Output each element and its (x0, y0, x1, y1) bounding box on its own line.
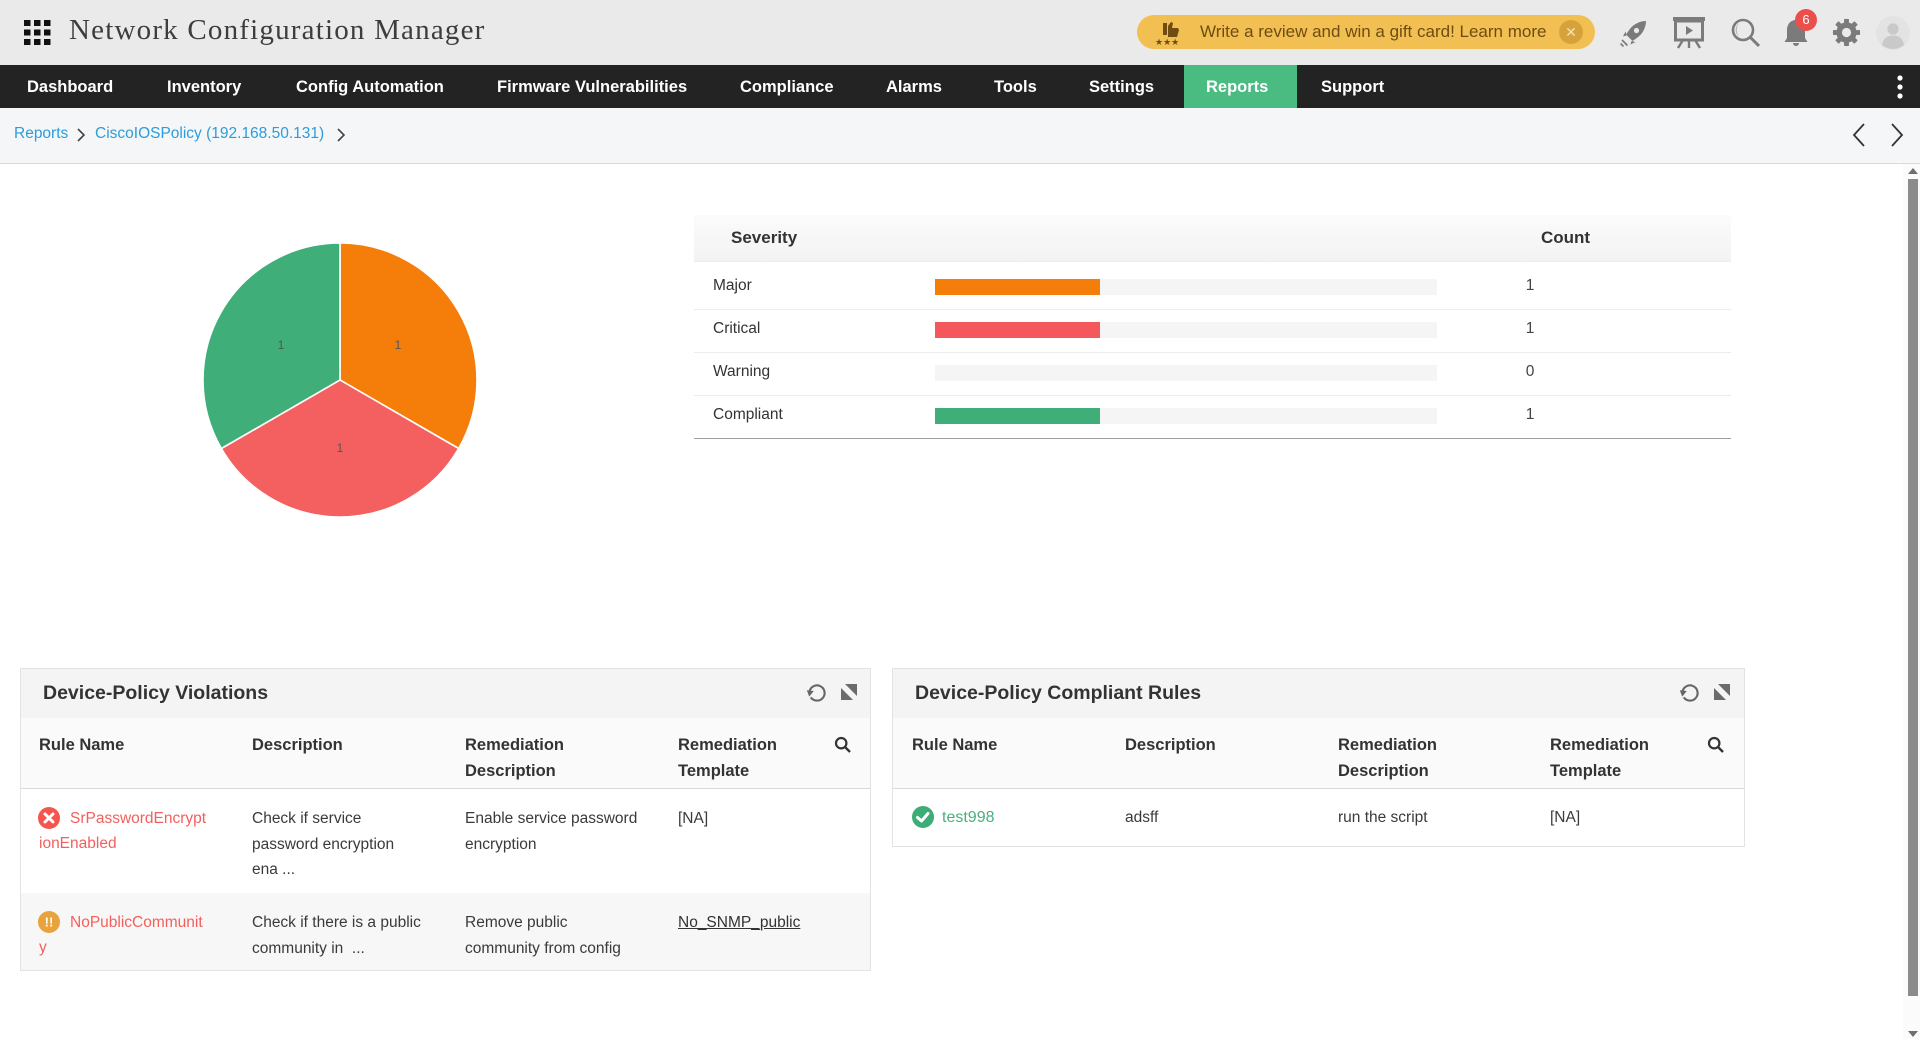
svg-text:!!: !! (45, 915, 54, 930)
svg-text:1: 1 (278, 338, 285, 352)
svg-text:★★★: ★★★ (1155, 37, 1179, 46)
svg-text:1: 1 (337, 441, 344, 455)
svg-text:1: 1 (395, 338, 402, 352)
